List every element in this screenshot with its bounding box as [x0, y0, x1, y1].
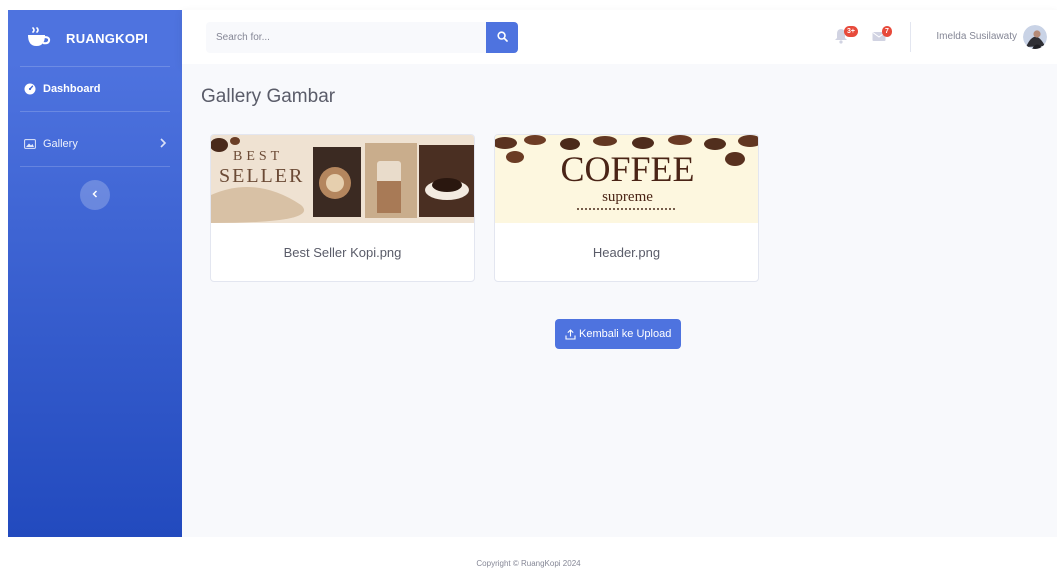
- topbar-divider: [910, 22, 911, 52]
- chevron-left-icon: [91, 186, 99, 204]
- messages-button[interactable]: 7: [872, 26, 894, 46]
- search-bar: [206, 22, 518, 53]
- page-title: Gallery Gambar: [201, 86, 336, 107]
- user-name[interactable]: Imelda Susilawaty: [936, 31, 1017, 42]
- alerts-badge: 3+: [844, 26, 858, 37]
- gallery-card[interactable]: BEST SELLER Best Seller Kopi.png: [210, 134, 475, 282]
- sidebar-item-label: Dashboard: [43, 83, 101, 95]
- image-icon: [23, 137, 37, 151]
- sidebar: RUANGKOPI Dashboard Gallery: [8, 10, 182, 537]
- back-to-upload-label: Kembali ke Upload: [579, 328, 672, 340]
- topbar: 3+ 7 Imelda Susilawaty: [182, 10, 1057, 64]
- messages-badge: 7: [882, 26, 892, 37]
- upload-icon: [565, 328, 576, 340]
- sidebar-item-gallery[interactable]: Gallery: [8, 122, 182, 166]
- coffee-cup-icon: [24, 26, 54, 50]
- sidebar-brand[interactable]: RUANGKOPI: [8, 10, 182, 66]
- sidebar-item-label: Gallery: [43, 138, 78, 150]
- thumbnail-text: SELLER: [219, 165, 305, 187]
- thumbnail-text: COFFEE: [560, 149, 695, 189]
- gallery-caption: Best Seller Kopi.png: [283, 244, 402, 260]
- main-content: Gallery Gambar BEST SELLER Best Seller K…: [182, 64, 1057, 537]
- gallery-thumbnail: BEST SELLER: [211, 135, 474, 223]
- gallery-caption: Header.png: [592, 244, 661, 260]
- tachometer-icon: [23, 82, 37, 96]
- sidebar-toggle-button[interactable]: [80, 180, 110, 210]
- search-button[interactable]: [486, 22, 518, 53]
- sidebar-divider: [20, 111, 170, 112]
- thumbnail-text: supreme: [602, 189, 653, 205]
- back-to-upload-button[interactable]: Kembali ke Upload: [555, 319, 682, 349]
- gallery-thumbnail: COFFEE supreme: [495, 135, 758, 223]
- search-icon: [496, 29, 508, 47]
- sidebar-item-dashboard[interactable]: Dashboard: [8, 67, 182, 111]
- thumbnail-text: BEST: [233, 149, 284, 164]
- footer-copyright: Copyright © RuangKopi 2024: [476, 559, 581, 568]
- sidebar-divider: [20, 166, 170, 167]
- brand-name: RUANGKOPI: [66, 30, 149, 46]
- chevron-right-icon: [159, 137, 167, 151]
- alerts-button[interactable]: 3+: [834, 26, 858, 46]
- gallery-card[interactable]: COFFEE supreme Header.png: [494, 134, 759, 282]
- avatar[interactable]: [1023, 25, 1047, 49]
- search-input[interactable]: [206, 22, 486, 53]
